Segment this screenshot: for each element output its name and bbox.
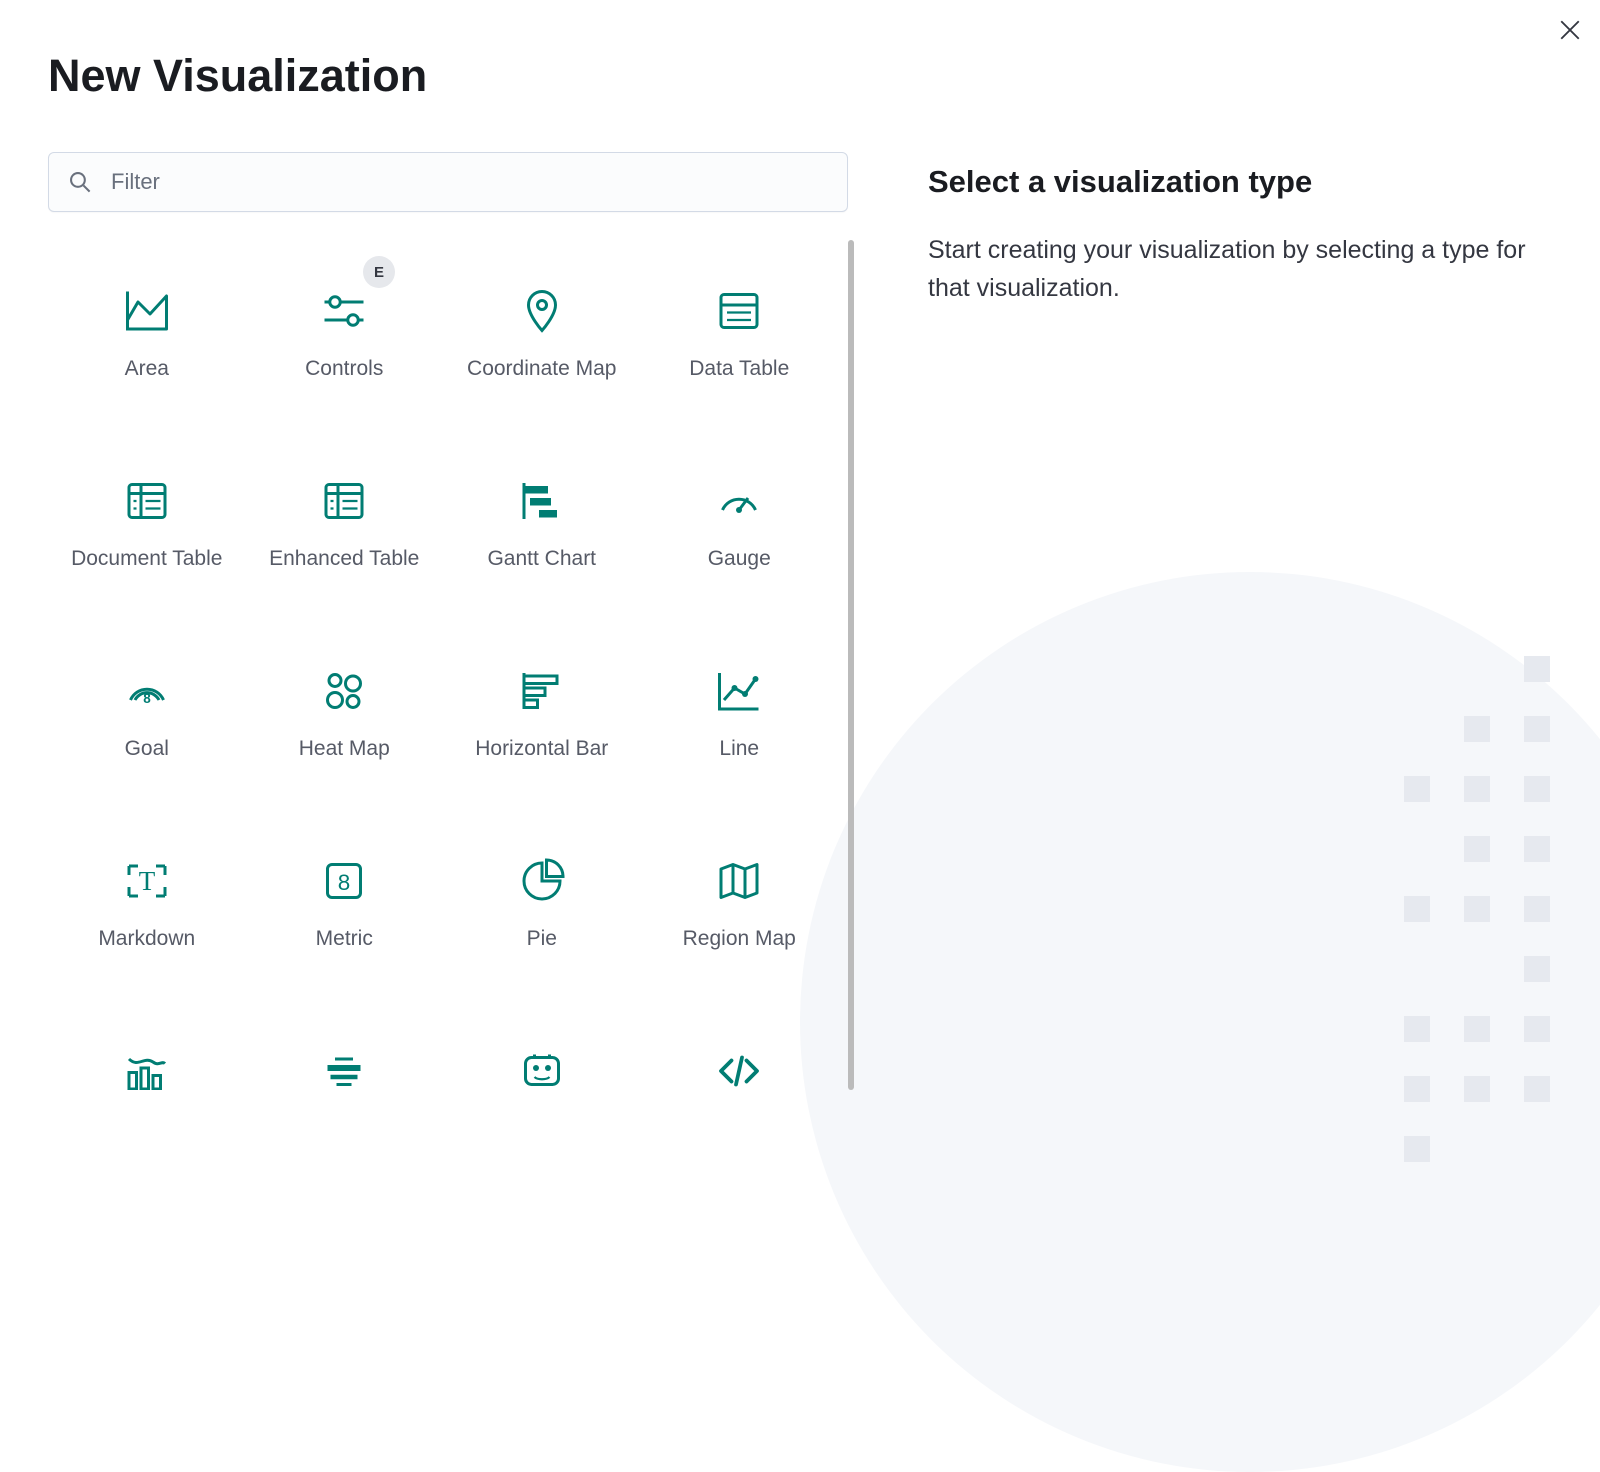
svg-text:8: 8 [338, 870, 351, 895]
heatmap-icon [320, 667, 368, 715]
map-pin-icon [518, 287, 566, 335]
tsvb-icon [123, 1047, 171, 1090]
viz-label: Goal [125, 735, 169, 762]
viz-enhanced-table[interactable]: Enhanced Table [246, 430, 444, 620]
help-title: Select a visualization type [928, 164, 1552, 200]
scrollbar[interactable] [848, 240, 854, 1090]
metric-icon: 8 [320, 857, 368, 905]
document-table-icon [123, 477, 171, 525]
viz-timeline[interactable]: Timeline [443, 1000, 641, 1090]
viz-horizontal-bar[interactable]: Horizontal Bar [443, 620, 641, 810]
help-description: Start creating your visualization by sel… [928, 232, 1552, 307]
timeline-icon [518, 1047, 566, 1090]
line-chart-icon [715, 667, 763, 715]
viz-gauge[interactable]: Gauge [641, 430, 839, 620]
experimental-badge: E [363, 256, 395, 288]
viz-label: Line [719, 735, 759, 762]
tag-cloud-icon [320, 1047, 368, 1090]
viz-label: Data Table [689, 355, 789, 382]
filter-input[interactable] [91, 169, 827, 195]
viz-line[interactable]: Line [641, 620, 839, 810]
gantt-icon [518, 477, 566, 525]
viz-label: Gantt Chart [487, 545, 596, 572]
viz-label: Heat Map [299, 735, 390, 762]
viz-metric[interactable]: 8 Metric [246, 810, 444, 1000]
viz-label: Coordinate Map [467, 355, 616, 382]
viz-label: Gauge [708, 545, 771, 572]
visualization-grid: Area E Controls [48, 240, 848, 1090]
viz-heat-map[interactable]: Heat Map [246, 620, 444, 810]
controls-icon [320, 287, 368, 335]
viz-pie[interactable]: Pie [443, 810, 641, 1000]
close-button[interactable] [1560, 20, 1580, 40]
region-map-icon [715, 857, 763, 905]
viz-tsvb[interactable]: TSVB [48, 1000, 246, 1090]
viz-label: Pie [527, 925, 557, 952]
goal-icon: 8 [123, 667, 171, 715]
svg-text:T: T [139, 866, 156, 896]
viz-markdown[interactable]: T Markdown [48, 810, 246, 1000]
search-icon [69, 171, 91, 193]
gauge-icon [715, 477, 763, 525]
viz-label: Markdown [98, 925, 195, 952]
viz-label: Area [125, 355, 169, 382]
viz-label: Horizontal Bar [475, 735, 608, 762]
filter-box[interactable] [48, 152, 848, 212]
hbar-icon [518, 667, 566, 715]
viz-region-map[interactable]: Region Map [641, 810, 839, 1000]
viz-label: Metric [316, 925, 373, 952]
table-icon [715, 287, 763, 335]
viz-gantt-chart[interactable]: Gantt Chart [443, 430, 641, 620]
viz-label: Region Map [683, 925, 796, 952]
viz-coordinate-map[interactable]: Coordinate Map [443, 240, 641, 430]
viz-tag-cloud[interactable]: Tag Cloud [246, 1000, 444, 1090]
viz-label: Controls [305, 355, 383, 382]
viz-data-table[interactable]: Data Table [641, 240, 839, 430]
enhanced-table-icon [320, 477, 368, 525]
viz-document-table[interactable]: Document Table [48, 430, 246, 620]
viz-label: Enhanced Table [269, 545, 419, 572]
pie-chart-icon [518, 857, 566, 905]
close-icon [1560, 20, 1580, 40]
viz-goal[interactable]: 8 Goal [48, 620, 246, 810]
viz-controls[interactable]: E Controls [246, 240, 444, 430]
viz-area[interactable]: Area [48, 240, 246, 430]
markdown-icon: T [123, 857, 171, 905]
code-icon [715, 1047, 763, 1090]
svg-text:8: 8 [143, 691, 151, 706]
area-chart-icon [123, 287, 171, 335]
viz-label: Document Table [71, 545, 222, 572]
viz-vega[interactable]: Vega [641, 1000, 839, 1090]
page-title: New Visualization [0, 0, 1600, 102]
